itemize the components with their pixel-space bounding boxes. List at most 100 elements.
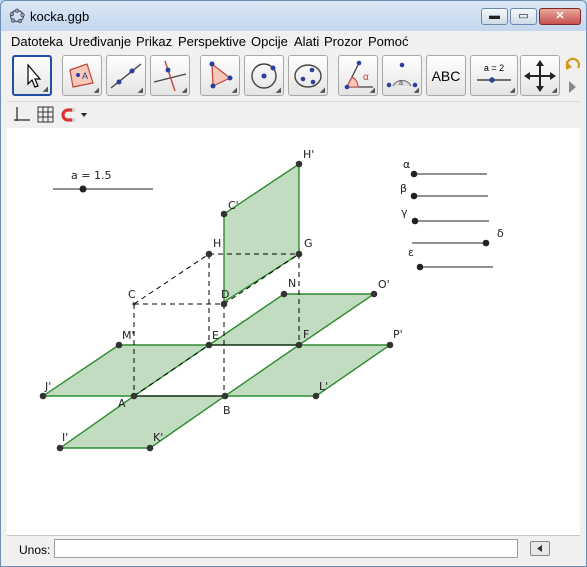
reflect-tool-button[interactable]: a ◢ — [382, 55, 422, 96]
label-E: E — [212, 329, 219, 342]
polygon-tool-button[interactable]: ◢ — [200, 55, 240, 96]
menu-prozor[interactable]: Prozor — [324, 34, 362, 49]
point-G — [295, 250, 303, 258]
close-button[interactable]: ✕ — [539, 8, 581, 25]
label-G: G — [304, 237, 313, 250]
tool-menu-icon: ◢ — [551, 87, 557, 94]
menu-pomoc[interactable]: Pomoć — [368, 34, 408, 49]
slider-alpha-knob — [410, 170, 418, 178]
point-N — [280, 290, 288, 298]
face-A-B-K-I[interactable] — [57, 395, 228, 449]
perpendicular-tool-button[interactable]: ◢ — [150, 55, 190, 96]
slider-delta-label: δ — [497, 227, 504, 240]
point-Lprime — [312, 392, 320, 400]
slider-a-label: a = 1.5 — [71, 169, 111, 182]
tool-menu-icon: ◢ — [369, 87, 375, 94]
magnet-icon[interactable] — [61, 106, 79, 124]
move-tool-button[interactable]: ◢ — [12, 55, 52, 96]
tool-menu-icon: ◢ — [509, 87, 515, 94]
point-C — [132, 302, 136, 306]
slider-epsilon-knob — [416, 263, 424, 271]
tool-menu-icon: ◢ — [231, 87, 237, 94]
label-Hprime: H' — [303, 148, 314, 161]
line-tool-button[interactable]: ◢ — [106, 55, 146, 96]
text-tool-button[interactable]: ABC — [426, 55, 466, 96]
point-F — [295, 341, 303, 349]
label-D: D — [221, 288, 229, 301]
angle-sliders[interactable]: α β γ δ ε — [400, 158, 504, 271]
label-Cprime: C' — [228, 199, 239, 212]
slider-beta-label: β — [400, 182, 407, 195]
slider-delta-knob — [482, 239, 490, 247]
label-Iprime: I' — [62, 431, 68, 444]
tool-menu-icon: ◢ — [181, 87, 187, 94]
menu-perspektive[interactable]: Perspektive — [178, 34, 246, 49]
app-window: kocka.ggb ▬ ▭ ✕ Datoteka Uređivanje Prik… — [0, 0, 587, 567]
point-Cprime — [220, 210, 228, 218]
toolbar: ◢ A ◢ ◢ ◢ ◢ ◢ ◢ α ◢ a ◢ ABC a = 2 ◢ ◢ — [7, 52, 580, 100]
angle-tool-button[interactable]: α ◢ — [338, 55, 378, 96]
maximize-button[interactable]: ▭ — [510, 8, 537, 25]
tool-menu-icon: ◢ — [413, 87, 419, 94]
slider-tool-button[interactable]: a = 2 ◢ — [470, 55, 518, 96]
point-Oprime — [370, 290, 378, 298]
input-label: Unos: — [19, 543, 51, 557]
net-faces — [40, 162, 393, 449]
toolbar-side-icons[interactable] — [564, 56, 580, 96]
slider-alpha-label: α — [403, 158, 410, 171]
point-Mprime — [115, 341, 123, 349]
point-E — [205, 341, 213, 349]
slider-epsilon-label: ε — [408, 246, 414, 259]
move-view-tool-button[interactable]: ◢ — [520, 55, 560, 96]
label-Pprime: P' — [393, 328, 403, 341]
point-A — [130, 392, 138, 400]
menu-bar: Datoteka Uređivanje Prikaz Perspektive O… — [7, 32, 580, 52]
tool-menu-icon: ◢ — [275, 87, 281, 94]
label-A: A — [118, 397, 126, 410]
axes-icon[interactable] — [13, 106, 31, 124]
menu-alati[interactable]: Alati — [294, 34, 319, 49]
label-Lprime: L' — [319, 380, 328, 393]
tool-menu-icon: ◢ — [137, 87, 143, 94]
grid-icon[interactable] — [37, 106, 55, 124]
title-bar[interactable]: kocka.ggb ▬ ▭ ✕ — [1, 1, 586, 31]
maximize-icon: ▭ — [518, 10, 529, 22]
tool-menu-icon: ◢ — [42, 86, 48, 93]
point-Pprime — [386, 341, 394, 349]
minimize-button[interactable]: ▬ — [481, 8, 508, 25]
label-Kprime: K' — [153, 431, 163, 444]
face-F-P-L-B[interactable] — [222, 344, 393, 397]
label-Oprime: O' — [378, 278, 390, 291]
input-field[interactable] — [54, 539, 518, 558]
menu-uredivanje[interactable]: Uređivanje — [69, 34, 131, 49]
point-Hprime — [295, 160, 303, 168]
slider-a-knob — [79, 185, 87, 193]
point-Jprime — [39, 392, 47, 400]
graphics-view[interactable]: A B C D E F G H H' C' N O' M' P' J' L' I… — [7, 128, 580, 535]
label-B: B — [223, 404, 231, 417]
label-F: F — [303, 328, 309, 341]
circle-tool-button[interactable]: ◢ — [244, 55, 284, 96]
face-D-N-O-F[interactable] — [206, 293, 377, 346]
svg-text:a: a — [399, 80, 403, 87]
text-icon: ABC — [431, 68, 461, 84]
menu-opcije[interactable]: Opcije — [251, 34, 288, 49]
style-bar — [7, 101, 580, 129]
svg-text:A: A — [82, 71, 88, 81]
menu-prikaz[interactable]: Prikaz — [136, 34, 172, 49]
point-B — [221, 392, 229, 400]
slider-a[interactable]: a = 1.5 — [53, 169, 153, 193]
conic-tool-button[interactable]: ◢ — [288, 55, 328, 96]
close-icon: ✕ — [555, 10, 565, 22]
input-help-button[interactable] — [530, 541, 550, 556]
slider-gamma-knob — [411, 217, 419, 225]
point-Iprime — [56, 444, 64, 452]
polygon-plane-tool-button[interactable]: A ◢ — [62, 55, 102, 96]
chevron-down-icon[interactable] — [80, 111, 88, 119]
label-H: H — [213, 237, 221, 250]
input-bar: Unos: — [7, 535, 580, 563]
minimize-icon: ▬ — [489, 10, 500, 22]
menu-datoteka[interactable]: Datoteka — [11, 34, 63, 49]
face-M-E-A-J[interactable] — [40, 344, 212, 397]
label-N: N — [288, 277, 296, 290]
